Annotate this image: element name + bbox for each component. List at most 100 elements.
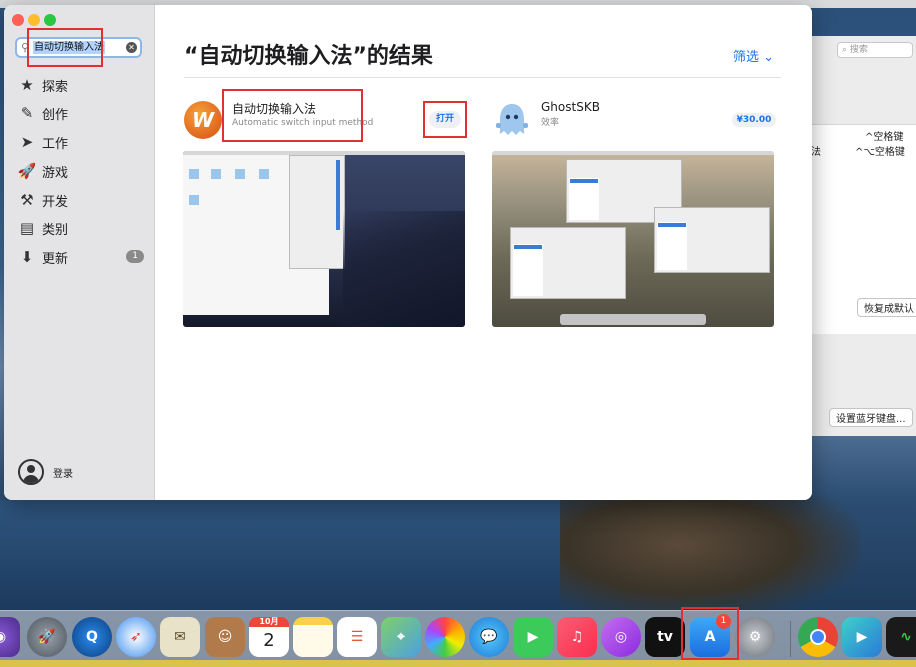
sidebar-item-label: 创作 [42,107,69,123]
result-app-name[interactable]: GhostSKB [541,100,600,114]
screenshot-folder-icon [259,169,269,179]
screenshot-mountain [343,211,465,327]
page-title: “自动切换输入法”的结果 [184,44,433,69]
sidebar-item-label: 更新 [42,251,69,267]
sidebar-item-label: 开发 [42,194,69,210]
result-app-category: 效率 [541,118,560,128]
screenshot-sidebar [657,222,687,270]
sidebar-item-label: 游戏 [42,165,69,181]
tv-label: tv [657,629,673,645]
screenshot-prefs-window [510,227,626,299]
apple-tv-icon[interactable]: tv [645,617,685,657]
sidebar-item-label: 工作 [42,136,69,152]
sidebar: ⚲ 自动切换输入法 ✕ ★ 探索 ✎ 创作 ➤ 工作 🚀 游戏 ⚒ 开发 ▤ 类… [4,5,155,500]
screenshot-selected-row [514,245,542,249]
ghost-app-icon[interactable] [495,101,529,139]
contacts-icon[interactable]: ☺ [205,617,245,657]
screenshot-dock [560,314,706,325]
updates-count-badge: 1 [126,250,144,263]
filter-label: 筛选 [733,50,760,65]
sign-in-button[interactable]: 登录 [18,459,73,485]
screenshot-sidebar [513,244,543,296]
sign-in-label: 登录 [53,468,73,480]
music-icon[interactable]: ♫ [557,617,597,657]
screenshot-folder-icon [235,169,245,179]
desktop-bottom-strip [0,660,916,667]
sidebar-item-work[interactable]: ➤ 工作 [16,131,144,153]
dock: ◉ 🚀 Q ➶ ✉ ☺ 10月 2 ☰ ⌖ 💬 ▶ ♫ ◎ tv A ⚙ ▶ ∿ [0,610,916,667]
minimize-window-button[interactable] [28,14,40,26]
sidebar-item-develop[interactable]: ⚒ 开发 [16,189,144,211]
photos-icon[interactable] [425,617,465,657]
screenshot-folder-icon [211,169,221,179]
restore-defaults-button[interactable]: 恢复成默认 [857,298,916,317]
calendar-icon[interactable]: 10月 2 [249,617,289,657]
screenshot-sidebar [569,178,599,220]
app-screenshot-preview[interactable] [492,151,774,327]
sidebar-item-discover[interactable]: ★ 探索 [16,74,144,96]
setup-bluetooth-keyboard-button[interactable]: 设置蓝牙键盘... [829,408,913,427]
search-highlight-box [27,28,103,67]
sidebar-item-categories[interactable]: ▤ 类别 [16,217,144,239]
dock-separator [790,621,791,657]
rocket-icon: 🚀 [17,162,37,180]
chrome-icon[interactable] [798,617,838,657]
screenshot-prefs-window [654,207,770,273]
video-player-icon[interactable]: ▶ [842,617,882,657]
app-icon-auto-switch-input[interactable]: W [184,101,222,139]
mail-icon[interactable]: ✉ [160,617,200,657]
prefs-search-placeholder: 搜索 [849,45,868,55]
calendar-day: 2 [263,630,275,651]
screenshot-selected-row [570,179,598,183]
screenshot-checkbox-column [336,160,340,230]
shortcut-row-label: 法 [811,147,821,158]
messages-icon[interactable]: 💬 [469,617,509,657]
account-avatar-icon [18,459,44,485]
screenshot-folder-icon [189,169,199,179]
podcasts-icon[interactable]: ◎ [601,617,641,657]
hammer-icon: ⚒ [20,191,34,209]
price-button[interactable]: ¥30.00 [732,113,776,127]
shortcut-key-label: ^⌥空格键 [855,147,905,158]
close-window-button[interactable] [12,14,24,26]
zoom-window-button[interactable] [44,14,56,26]
sidebar-item-updates[interactable]: ⬇ 更新 1 [16,246,144,268]
launchpad-icon[interactable]: 🚀 [27,617,67,657]
app-store-window: ⚲ 自动切换输入法 ✕ ★ 探索 ✎ 创作 ➤ 工作 🚀 游戏 ⚒ 开发 ▤ 类… [4,5,812,500]
prefs-search-field[interactable]: ⌕ 搜索 [837,42,913,58]
chrome-center [810,629,826,645]
maps-icon[interactable]: ⌖ [381,617,421,657]
shortcut-key-label: ^空格键 [865,132,904,143]
app-screenshot-preview[interactable] [183,151,465,327]
screenshot-menubar [492,151,774,155]
open-button-highlight-box [423,101,467,138]
activity-monitor-icon[interactable]: ∿ [886,617,916,657]
notes-icon[interactable] [293,617,333,657]
desktop-wallpaper-hill [0,500,560,610]
search-results-pane: “自动切换输入法”的结果 筛选 ⌄ W 自动切换输入法 Automatic sw… [155,5,812,500]
star-icon: ★ [20,76,34,94]
sidebar-item-games[interactable]: 🚀 游戏 [16,160,144,182]
download-icon: ⬇ [20,248,34,266]
calendar-month: 10月 [249,617,289,627]
safari-icon[interactable]: ➶ [116,617,156,657]
brush-icon: ✎ [20,104,34,122]
quicktime-icon[interactable]: Q [72,617,112,657]
facetime-icon[interactable]: ▶ [513,617,553,657]
title-divider [184,77,781,78]
sidebar-item-create[interactable]: ✎ 创作 [16,102,144,124]
paper-plane-icon: ➤ [20,133,34,151]
system-preferences-icon[interactable]: ⚙ [735,617,775,657]
sidebar-item-label: 探索 [42,79,69,95]
screenshot-dropdown-menu [289,155,345,269]
filter-dropdown[interactable]: 筛选 ⌄ [733,46,774,65]
app-name-highlight-box [222,89,363,142]
stack-icon: ▤ [19,219,35,237]
reminders-icon[interactable]: ☰ [337,617,377,657]
app-store-highlight-box [681,607,739,660]
siri-icon[interactable]: ◉ [0,617,20,657]
sidebar-item-label: 类别 [42,222,69,238]
screenshot-selected-row [658,223,686,227]
screenshot-folder-icon [189,195,199,205]
clear-circle-icon[interactable]: ✕ [126,42,137,53]
